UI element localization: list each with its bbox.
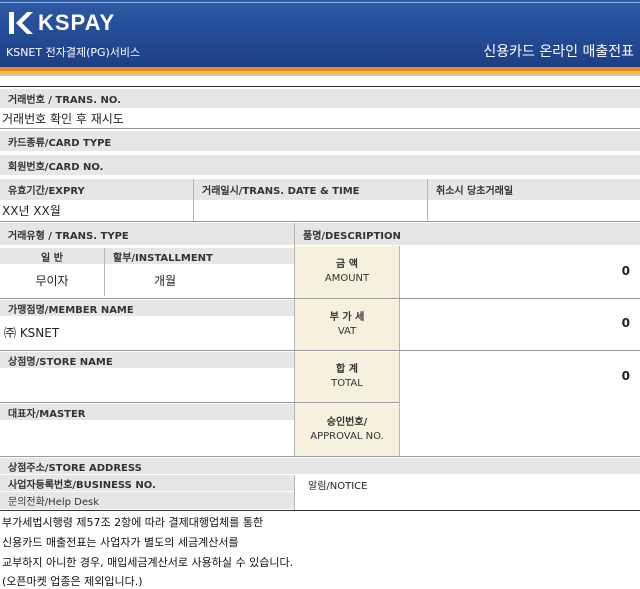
total-label: 합 계 TOTAL (295, 352, 399, 402)
footer-note-line: (오픈마켓 업종은 제외입니다.) (2, 575, 143, 588)
trans-date-label: 거래일시/TRANS. DATE & TIME (194, 179, 427, 200)
approval-label: 승인번호/ APPROVAL NO. (295, 404, 399, 456)
trans-no-value: 거래번호 확인 후 재시도 (2, 111, 124, 126)
notice-label: 알림/NOTICE (308, 480, 368, 492)
member-name-label: 가맹점명/MEMBER NAME (0, 300, 294, 316)
lump-sum-value: 무이자 (35, 273, 69, 288)
footer-note-line: 부가세법시행령 제57조 2항에 따라 결제대행업체를 통한 (2, 516, 264, 529)
tan-stripe (0, 74, 640, 76)
divider (427, 179, 428, 221)
divider (193, 179, 194, 221)
amount-label-en: AMOUNT (324, 273, 370, 284)
vat-label-ko: 부 가 세 (329, 312, 365, 323)
trans-no-label: 거래번호 / TRANS. NO. (0, 89, 640, 108)
store-address-label: 상점주소/STORE ADDRESS (0, 458, 640, 474)
divider (0, 350, 640, 351)
total-label-ko: 합 계 (336, 364, 358, 375)
form-bottom-border (0, 510, 640, 511)
vat-label: 부 가 세 VAT (295, 300, 399, 350)
footer-note-line: 교부하지 아니한 경우, 매입세금계산서로 사용하실 수 있습니다. (2, 556, 294, 569)
trans-type-label: 거래유형 / TRANS. TYPE (0, 223, 294, 245)
master-label: 대표자/MASTER (0, 404, 294, 420)
divider (0, 128, 640, 129)
card-no-label: 회원번호/CARD NO. (0, 155, 640, 175)
divider (0, 402, 399, 403)
cancel-date-label: 취소시 당초거래일 (428, 179, 640, 200)
vat-label-en: VAT (337, 326, 357, 337)
divider (0, 456, 640, 457)
description-label: 품명/DESCRIPTION (295, 223, 640, 245)
kspay-logo: KSPAY (8, 10, 115, 36)
divider (294, 475, 295, 510)
expiry-value: XX년 XX월 (2, 204, 61, 218)
vat-value: 0 (621, 316, 630, 330)
ks-logo-icon (9, 12, 33, 34)
total-value: 0 (621, 369, 630, 383)
logo-text: KSPAY (38, 10, 116, 35)
form-top-border (0, 86, 640, 87)
divider (0, 221, 640, 222)
approval-label-en: APPROVAL NO. (310, 431, 384, 442)
amount-label-ko: 금 액 (336, 259, 358, 270)
expiry-label: 유효기간/EXPRY (0, 179, 193, 200)
installment-label: 할부/INSTALLMENT (105, 248, 294, 264)
document-title: 신용카드 온라인 매출전표 (483, 44, 634, 60)
lump-sum-label: 일 반 (0, 248, 104, 264)
business-no-label: 사업자등록번호/BUSINESS NO. (0, 475, 294, 491)
service-subtitle: KSNET 전자결제(PG)서비스 (6, 46, 141, 59)
amount-value: 0 (621, 264, 630, 278)
member-name-value: ㈜ KSNET (4, 325, 60, 340)
approval-label-ko: 승인번호/ (326, 417, 368, 428)
divider (0, 298, 640, 299)
amount-label: 금 액 AMOUNT (295, 246, 399, 298)
card-type-label: 카드종류/CARD TYPE (0, 131, 640, 151)
help-desk-label: 문의전화/Help Desk (0, 492, 294, 509)
installment-value: 개월 (153, 273, 177, 288)
divider (399, 246, 400, 456)
footer-note-line: 신용카드 매출전표는 사업자가 별도의 세금계산서를 (2, 536, 239, 549)
store-name-label: 상점명/STORE NAME (0, 352, 294, 368)
header-top-line (0, 2, 640, 3)
total-label-en: TOTAL (331, 378, 363, 389)
